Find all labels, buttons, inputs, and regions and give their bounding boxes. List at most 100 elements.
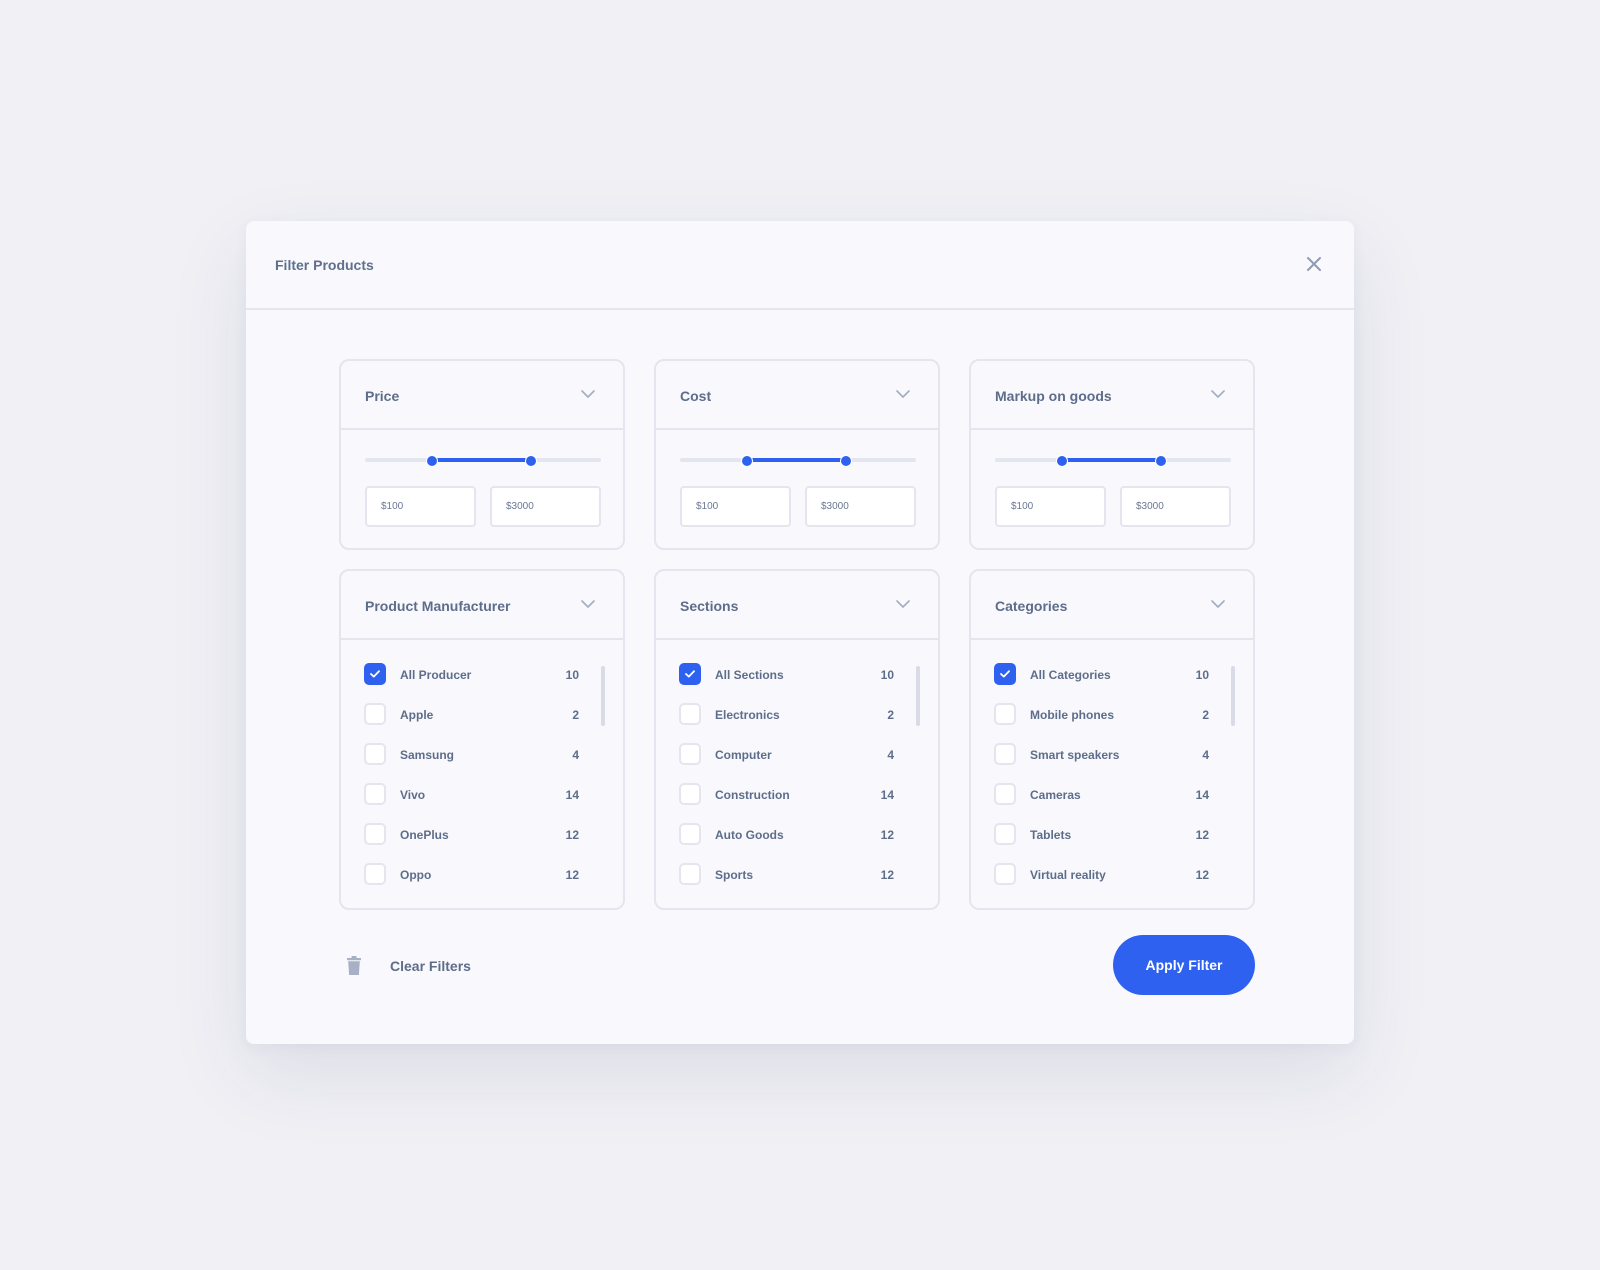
list-item[interactable]: OnePlus 12 [341,822,623,862]
chevron-down-icon [1211,389,1225,399]
scrollbar[interactable] [916,666,920,726]
modal-header: Filter Products [246,221,1354,310]
cost-filter-panel: Cost [654,359,940,550]
checkbox[interactable] [364,863,386,885]
list-item-count: 4 [887,748,894,762]
list-item-label: Samsung [400,748,455,762]
apply-filter-button[interactable]: Apply Filter [1113,935,1255,995]
list-item-count: 14 [880,788,894,802]
scrollbar[interactable] [1231,666,1235,726]
markup-filter-header[interactable]: Markup on goods [971,361,1253,430]
checkbox[interactable] [679,703,701,725]
checkbox[interactable] [994,703,1016,725]
list-item-label: Sports [715,868,754,882]
sections-list: All Sections 10 Electronics 2 Computer 4 Const… [656,662,938,902]
close-button[interactable] [1304,254,1324,274]
panel-title: Cost [680,388,712,404]
list-item-count: 10 [565,668,579,682]
price-min-input[interactable] [365,486,476,527]
list-item[interactable]: Vivo 14 [341,782,623,822]
cost-filter-header[interactable]: Cost [656,361,938,430]
list-item[interactable]: Smart speakers 4 [971,742,1253,782]
list-item-label: Electronics [715,708,780,722]
checkbox[interactable] [679,783,701,805]
list-item-label: Oppo [400,868,432,882]
price-max-input[interactable] [490,486,601,527]
checkbox[interactable] [679,823,701,845]
checkmark-icon [370,670,380,678]
list-item[interactable]: Oppo 12 [341,862,623,902]
list-item[interactable]: All Producer 10 [341,662,623,702]
checkbox[interactable] [994,823,1016,845]
checkbox[interactable] [364,783,386,805]
manufacturer-list: All Producer 10 Apple 2 Samsung 4 Vivo 14 OnePlu… [341,662,623,902]
slider-max-handle[interactable] [840,455,853,467]
list-item-count: 10 [1195,668,1209,682]
list-item[interactable]: Computer 4 [656,742,938,782]
list-item-count: 2 [572,708,579,722]
checkbox-checked[interactable] [679,663,701,685]
price-filter-panel: Price [339,359,625,550]
list-item[interactable]: Apple 2 [341,702,623,742]
manufacturer-filter-panel: Product Manufacturer All Producer 10 Apple… [339,569,625,910]
list-item-count: 12 [1195,868,1209,882]
checkbox-checked[interactable] [364,663,386,685]
slider-max-handle[interactable] [525,455,538,467]
list-item-label: All Producer [400,668,472,682]
list-item[interactable]: All Categories 10 [971,662,1253,702]
markup-max-input[interactable] [1120,486,1231,527]
slider-min-handle[interactable] [426,455,439,467]
checkbox[interactable] [994,743,1016,765]
panel-title: Categories [995,598,1068,614]
list-item-label: All Categories [1030,668,1111,682]
cost-min-input[interactable] [680,486,791,527]
checkbox[interactable] [364,823,386,845]
list-item[interactable]: Mobile phones 2 [971,702,1253,742]
close-icon [1304,254,1324,274]
slider-max-handle[interactable] [1155,455,1168,467]
chevron-down-icon [896,389,910,399]
list-item[interactable]: Virtual reality 12 [971,862,1253,902]
modal-title: Filter Products [275,257,374,273]
list-item[interactable]: Auto Goods 12 [656,822,938,862]
list-item-label: Cameras [1030,788,1081,802]
categories-filter-header[interactable]: Categories [971,571,1253,640]
checkbox-checked[interactable] [994,663,1016,685]
list-item-label: Apple [400,708,434,722]
price-filter-header[interactable]: Price [341,361,623,430]
list-item[interactable]: Cameras 14 [971,782,1253,822]
checkbox[interactable] [364,743,386,765]
price-range-slider[interactable] [365,455,601,467]
sections-filter-header[interactable]: Sections [656,571,938,640]
list-item-count: 12 [565,828,579,842]
slider-min-handle[interactable] [741,455,754,467]
cost-range-slider[interactable] [680,455,916,467]
list-item-label: All Sections [715,668,784,682]
list-item-label: Tablets [1030,828,1072,842]
panel-title: Sections [680,598,739,614]
list-item-count: 4 [572,748,579,762]
list-item[interactable]: All Sections 10 [656,662,938,702]
scrollbar[interactable] [601,666,605,726]
checkbox[interactable] [994,783,1016,805]
checkbox[interactable] [364,703,386,725]
markup-range-slider[interactable] [995,455,1231,467]
list-item[interactable]: Electronics 2 [656,702,938,742]
slider-min-handle[interactable] [1056,455,1069,467]
checkbox[interactable] [679,863,701,885]
cost-max-input[interactable] [805,486,916,527]
checkmark-icon [685,670,695,678]
panel-title: Markup on goods [995,388,1112,404]
list-item[interactable]: Sports 12 [656,862,938,902]
list-item[interactable]: Construction 14 [656,782,938,822]
checkbox[interactable] [679,743,701,765]
chevron-down-icon [1211,599,1225,609]
list-item-count: 12 [1195,828,1209,842]
manufacturer-filter-header[interactable]: Product Manufacturer [341,571,623,640]
clear-filters-label: Clear Filters [390,958,471,974]
list-item-count: 14 [565,788,579,802]
checkbox[interactable] [994,863,1016,885]
list-item[interactable]: Samsung 4 [341,742,623,782]
list-item[interactable]: Tablets 12 [971,822,1253,862]
markup-min-input[interactable] [995,486,1106,527]
